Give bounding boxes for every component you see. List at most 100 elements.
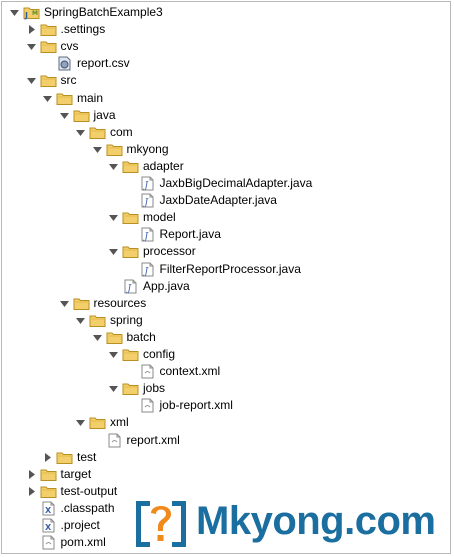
tree-item-label: report.csv <box>77 56 130 71</box>
tree-item-label: FilterReportProcessor.java <box>159 261 301 276</box>
tree-item-label: .classpath <box>60 500 115 515</box>
tree-item-test[interactable]: test <box>42 449 96 466</box>
tree-item-label: test-output <box>60 483 118 498</box>
tree-item-label: mkyong <box>126 141 169 156</box>
tree-item-java[interactable]: java <box>59 107 116 124</box>
tree-item-label: cvs <box>60 39 79 54</box>
tree-item-label: target <box>60 466 92 481</box>
expand-down-icon[interactable] <box>108 349 119 360</box>
tree-item-springbatchexample3[interactable]: J M SpringBatchExample3 <box>9 4 163 21</box>
xml-file-icon <box>40 535 57 550</box>
tree-item-adapter[interactable]: adapter <box>108 158 184 175</box>
expand-down-icon[interactable] <box>108 212 119 223</box>
tree-item-jaxbbigdecimaladapter-java[interactable]: J JaxbBigDecimalAdapter.java <box>125 175 312 192</box>
question-mark-icon <box>136 501 186 547</box>
tree-item-label: resources <box>93 295 147 310</box>
expand-down-icon[interactable] <box>108 246 119 257</box>
folder-icon <box>122 159 139 174</box>
tree-item-main[interactable]: main <box>42 90 103 107</box>
expand-down-icon[interactable] <box>75 417 86 428</box>
tree-item-target[interactable]: target <box>26 466 92 483</box>
expand-down-icon[interactable] <box>92 332 103 343</box>
tree-item-label: batch <box>126 329 156 344</box>
tree-item-test-output[interactable]: test-output <box>26 483 118 500</box>
tree-item-model[interactable]: model <box>108 209 176 226</box>
collapse-right-icon[interactable] <box>26 469 37 480</box>
folder-icon <box>73 296 90 311</box>
folder-icon <box>73 108 90 123</box>
tree-item-processor[interactable]: processor <box>108 243 196 260</box>
project-explorer-panel: J M SpringBatchExample3 .settings cvs report.… <box>1 1 451 554</box>
tree-item-config[interactable]: config <box>108 346 175 363</box>
tree-item-label: .settings <box>60 22 106 37</box>
tree-item-label: src <box>60 73 77 88</box>
tree-item-project[interactable]: X .project <box>26 517 100 534</box>
tree-item-cvs[interactable]: cvs <box>26 38 79 55</box>
tree-item-job-report-xml[interactable]: job-report.xml <box>125 397 233 414</box>
tree-item-label: .project <box>60 518 100 532</box>
csv-file-icon <box>56 56 73 71</box>
svg-text:X: X <box>45 506 52 515</box>
collapse-right-icon[interactable] <box>26 486 37 497</box>
folder-icon <box>40 39 57 54</box>
tree-item-jobs[interactable]: jobs <box>108 380 165 397</box>
folder-icon <box>122 244 139 259</box>
expand-down-icon[interactable] <box>108 383 119 394</box>
tree-item-pom-xml[interactable]: pom.xml <box>26 534 106 551</box>
expand-down-icon[interactable] <box>75 127 86 138</box>
tree-item-label: report.xml <box>126 432 180 447</box>
collapse-right-icon[interactable] <box>42 452 53 463</box>
tree-item-src[interactable]: src <box>26 72 77 89</box>
tree-item-filterreportprocessor-java[interactable]: J FilterReportProcessor.java <box>125 261 301 278</box>
tree-item-com[interactable]: com <box>75 124 133 141</box>
expand-down-icon[interactable] <box>59 110 70 121</box>
folder-icon <box>89 415 106 430</box>
tree-item-mkyong[interactable]: mkyong <box>92 141 169 158</box>
tree-item-app-java[interactable]: J App.java <box>108 278 190 295</box>
expand-down-icon[interactable] <box>26 41 37 52</box>
mkyong-logo: Mkyong.com <box>132 490 450 552</box>
folder-icon <box>89 313 106 328</box>
svg-text:J: J <box>24 11 28 20</box>
java-file-icon: J <box>139 262 156 277</box>
tree-item-context-xml[interactable]: context.xml <box>125 363 220 380</box>
expand-down-icon[interactable] <box>26 75 37 86</box>
tree-item-label: spring <box>110 312 143 327</box>
expand-down-icon[interactable] <box>75 315 86 326</box>
tree-item-report-csv[interactable]: report.csv <box>42 55 130 72</box>
java-file-icon: J <box>139 176 156 191</box>
tree-item-label: SpringBatchExample3 <box>44 5 163 19</box>
tree-item-batch[interactable]: batch <box>92 329 156 346</box>
folder-icon <box>40 73 57 88</box>
folder-icon <box>106 142 123 157</box>
tree-item-label: Report.java <box>159 227 221 242</box>
tree-item-label: JaxbDateAdapter.java <box>159 193 277 208</box>
x-file-icon: X <box>40 501 57 516</box>
tree-item-classpath[interactable]: X .classpath <box>26 500 115 517</box>
tree-item-label: jobs <box>143 381 166 396</box>
folder-icon <box>56 450 73 465</box>
svg-text:M: M <box>32 10 38 17</box>
tree-item-jaxbdateadapter-java[interactable]: J JaxbDateAdapter.java <box>125 192 277 209</box>
folder-icon <box>89 125 106 140</box>
expand-down-icon[interactable] <box>9 7 20 18</box>
tree-item-settings[interactable]: .settings <box>26 21 106 38</box>
collapse-right-icon[interactable] <box>26 24 37 35</box>
x-file-icon: X <box>40 518 57 533</box>
tree-item-report-xml[interactable]: report.xml <box>92 432 180 449</box>
expand-down-icon[interactable] <box>92 144 103 155</box>
xml-file-icon <box>139 398 156 413</box>
java-file-icon: J <box>122 279 139 294</box>
tree-item-report-java[interactable]: J Report.java <box>125 226 221 243</box>
tree-item-xml[interactable]: xml <box>75 414 129 431</box>
expand-down-icon[interactable] <box>59 298 70 309</box>
folder-icon <box>122 347 139 362</box>
xml-file-icon <box>139 364 156 379</box>
tree-item-spring[interactable]: spring <box>75 312 143 329</box>
folder-icon <box>40 22 57 37</box>
folder-icon <box>122 381 139 396</box>
expand-down-icon[interactable] <box>42 93 53 104</box>
tree-item-resources[interactable]: resources <box>59 295 147 312</box>
expand-down-icon[interactable] <box>108 161 119 172</box>
java-file-icon: J <box>139 227 156 242</box>
